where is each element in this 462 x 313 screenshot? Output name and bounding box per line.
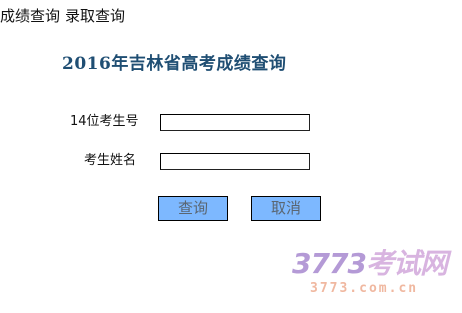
query-button[interactable]: 查询 (158, 196, 228, 221)
top-nav: 成绩查询 录取查询 (0, 6, 125, 26)
watermark-digits: 3773 (292, 247, 367, 280)
site-watermark-logo: 3773考试网 3773.com.cn (292, 248, 452, 303)
watermark-url: 3773.com.cn (310, 281, 419, 296)
exam-number-label: 14位考生号 (70, 114, 139, 129)
cancel-button[interactable]: 取消 (251, 196, 321, 221)
watermark-brand: 考试网 (365, 247, 448, 280)
score-query-link[interactable]: 成绩查询 (0, 7, 60, 25)
watermark-title: 3773考试网 (292, 247, 448, 280)
exam-number-input[interactable] (160, 114, 310, 131)
admission-query-link[interactable]: 录取查询 (65, 7, 125, 25)
candidate-name-label: 考生姓名 (84, 153, 137, 168)
candidate-name-input[interactable] (160, 153, 310, 170)
page-title: 2016年吉林省高考成绩查询 (62, 54, 287, 74)
